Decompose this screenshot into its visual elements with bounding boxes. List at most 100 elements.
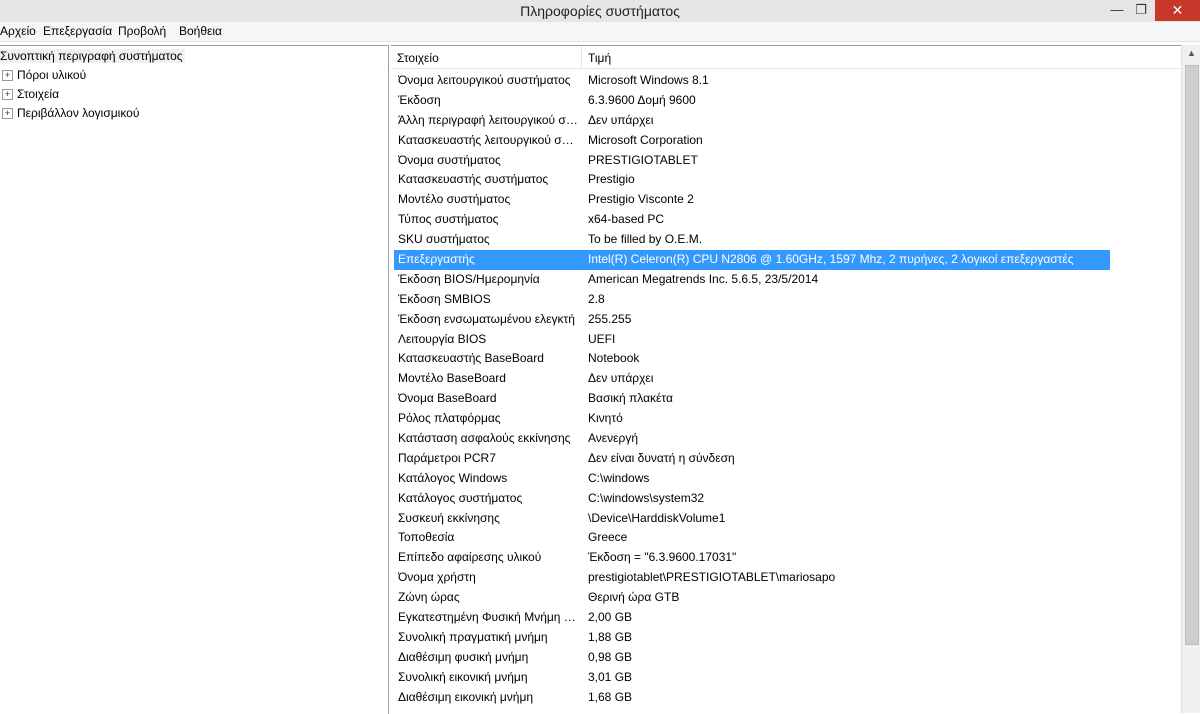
cell-value: Έκδοση = "6.3.9600.17031": [588, 550, 737, 565]
table-row[interactable]: Διαθέσιμη φυσική μνήμη 0,98 GB: [391, 648, 1181, 668]
cell-item: Κατάλογος συστήματος: [398, 490, 523, 505]
cell-item: Παράμετροι PCR7: [398, 450, 496, 465]
table-row[interactable]: Ζώνη ώρας Θερινή ώρα GTB: [391, 588, 1181, 608]
cell-value: C:\windows: [588, 470, 650, 485]
cell-value: Κινητό: [588, 411, 623, 426]
table-row[interactable]: SKU συστήματος To be filled by O.E.M.: [391, 230, 1181, 250]
cell-item: Μοντέλο συστήματος: [398, 192, 511, 207]
table-row[interactable]: Κατασκευαστής BaseBoard Notebook: [391, 349, 1181, 369]
menu-edit[interactable]: Επεξεργασία: [43, 24, 112, 38]
cell-value: 255.255: [588, 311, 632, 326]
column-header-item[interactable]: Στοιχείο: [397, 51, 439, 65]
cell-item: Κατασκευαστής BaseBoard: [398, 351, 544, 366]
cell-item: Έκδοση BIOS/Ημερομηνία: [398, 271, 540, 286]
cell-item: Κατάλογος Windows: [398, 470, 508, 485]
cell-item: Τύπος συστήματος: [398, 212, 499, 227]
cell-value: Prestigio: [588, 172, 635, 187]
cell-item: Επεξεργαστής: [398, 252, 475, 267]
cell-value: 2,00 GB: [588, 610, 633, 625]
expand-icon[interactable]: +: [2, 89, 13, 100]
window-title: Πληροφορίες συστήματος: [520, 3, 680, 19]
cell-item: Όνομα BaseBoard: [398, 391, 497, 406]
close-icon[interactable]: ✕: [1155, 0, 1200, 21]
tree-item-system-summary[interactable]: Συνοπτική περιγραφή συστήματος: [0, 49, 185, 63]
table-row[interactable]: Επεξεργαστής Intel(R) Celeron(R) CPU N280…: [391, 250, 1181, 270]
cell-value: 0,98 GB: [588, 649, 633, 664]
column-header-value[interactable]: Τιμή: [588, 51, 611, 65]
cell-value: Ανενεργή: [588, 431, 638, 446]
cell-item: Εγκατεστημένη Φυσική Μνήμη (RAM): [398, 610, 578, 625]
table-row[interactable]: Όνομα BaseBoard Βασική πλακέτα: [391, 389, 1181, 409]
table-row[interactable]: Εγκατεστημένη Φυσική Μνήμη (RAM) 2,00 GB: [391, 608, 1181, 628]
table-row[interactable]: Συνολική πραγματική μνήμη 1,88 GB: [391, 628, 1181, 648]
table-row[interactable]: Διαθέσιμη εικονική μνήμη 1,68 GB: [391, 688, 1181, 708]
table-row[interactable]: Όνομα λειτουργικού συστήματος Microsoft W…: [391, 71, 1181, 91]
menu-file[interactable]: Αρχείο: [0, 24, 36, 38]
table-row[interactable]: Τοποθεσία Greece: [391, 528, 1181, 548]
cell-value: C:\windows\system32: [588, 490, 705, 505]
table-row[interactable]: Παράμετροι PCR7 Δεν είναι δυνατή η σύνδεσ…: [391, 449, 1181, 469]
table-row[interactable]: Έκδοση SMBIOS 2.8: [391, 290, 1181, 310]
table-row[interactable]: Κατασκευαστής λειτουργικού συστήματος Mic…: [391, 131, 1181, 151]
cell-item: Διαθέσιμη εικονική μνήμη: [398, 689, 534, 704]
tree-item-label: Περιβάλλον λογισμικού: [17, 106, 140, 120]
cell-value: 3,01 GB: [588, 669, 633, 684]
table-row[interactable]: Μοντέλο συστήματος Prestigio Visconte 2: [391, 190, 1181, 210]
table-row[interactable]: Όνομα συστήματος PRESTIGIOTABLET: [391, 151, 1181, 171]
menu-help[interactable]: Βοήθεια: [179, 24, 222, 38]
tree-item-software-environment[interactable]: + Περιβάλλον λογισμικού: [2, 106, 139, 120]
cell-item: Ζώνη ώρας: [398, 590, 460, 605]
vertical-scrollbar[interactable]: ▲: [1181, 45, 1200, 713]
cell-value: 2.8: [588, 291, 605, 306]
cell-item: Συνολική πραγματική μνήμη: [398, 629, 548, 644]
expand-icon[interactable]: +: [2, 70, 13, 81]
table-row[interactable]: Κατάλογος συστήματος C:\windows\system32: [391, 489, 1181, 509]
tree-item-components[interactable]: + Στοιχεία: [2, 87, 59, 101]
menu-view[interactable]: Προβολή: [118, 24, 166, 38]
tree-item-label: Στοιχεία: [17, 87, 60, 101]
table-row[interactable]: Έκδοση BIOS/Ημερομηνία American Megatrend…: [391, 270, 1181, 290]
table-row[interactable]: Κατασκευαστής συστήματος Prestigio: [391, 170, 1181, 190]
table-row[interactable]: Συνολική εικονική μνήμη 3,01 GB: [391, 668, 1181, 688]
cell-item: Διαθέσιμη φυσική μνήμη: [398, 649, 529, 664]
column-divider[interactable]: [581, 46, 582, 68]
tree-item-hardware-resources[interactable]: + Πόροι υλικού: [2, 68, 86, 82]
cell-item: Άλλη περιγραφή λειτουργικού συστήματος: [398, 112, 578, 127]
minimize-icon[interactable]: —: [1104, 0, 1130, 21]
table-row[interactable]: Λειτουργία BIOS UEFI: [391, 330, 1181, 350]
table-row[interactable]: Τύπος συστήματος x64-based PC: [391, 210, 1181, 230]
cell-item: Συσκευή εκκίνησης: [398, 510, 500, 525]
cell-item: Κατάσταση ασφαλούς εκκίνησης: [398, 431, 571, 446]
cell-value: Δεν υπάρχει: [588, 112, 654, 127]
table-row[interactable]: Έκδοση ενσωματωμένου ελεγκτή 255.255: [391, 310, 1181, 330]
tree-item-label: Πόροι υλικού: [17, 68, 87, 82]
cell-value: Microsoft Corporation: [588, 132, 703, 147]
cell-item: Όνομα λειτουργικού συστήματος: [398, 73, 571, 87]
table-row[interactable]: Έκδοση 6.3.9600 Δομή 9600: [391, 91, 1181, 111]
cell-value: American Megatrends Inc. 5.6.5, 23/5/201…: [588, 271, 819, 286]
scroll-up-icon[interactable]: ▲: [1182, 45, 1200, 62]
list-rows: Όνομα λειτουργικού συστήματος Microsoft W…: [391, 71, 1181, 708]
table-row[interactable]: Μοντέλο BaseBoard Δεν υπάρχει: [391, 369, 1181, 389]
table-row[interactable]: Συσκευή εκκίνησης \Device\HarddiskVolume1: [391, 509, 1181, 529]
details-list: Στοιχείο Τιμή Όνομα λειτουργικού συστήμα…: [391, 45, 1181, 714]
cell-item: Όνομα συστήματος: [398, 152, 501, 167]
table-row[interactable]: Επίπεδο αφαίρεσης υλικού Έκδοση = "6.3.96…: [391, 548, 1181, 568]
table-row[interactable]: Κατάλογος Windows C:\windows: [391, 469, 1181, 489]
table-row[interactable]: Ρόλος πλατφόρμας Κινητό: [391, 409, 1181, 429]
cell-value: \Device\HarddiskVolume1: [588, 510, 726, 525]
table-row[interactable]: Όνομα χρήστη prestigiotablet\PRESTIGIOTAB…: [391, 568, 1181, 588]
scrollbar-thumb[interactable]: [1185, 65, 1199, 645]
cell-value: Δεν είναι δυνατή η σύνδεση: [588, 450, 735, 465]
cell-value: Θερινή ώρα GTB: [588, 590, 680, 605]
cell-value: 1,68 GB: [588, 689, 633, 704]
table-row[interactable]: Άλλη περιγραφή λειτουργικού συστήματος Δε…: [391, 111, 1181, 131]
cell-item: Ρόλος πλατφόρμας: [398, 411, 501, 426]
cell-item: Όνομα χρήστη: [398, 570, 476, 585]
cell-value: To be filled by O.E.M.: [588, 232, 703, 247]
cell-value: Greece: [588, 530, 628, 545]
expand-icon[interactable]: +: [2, 108, 13, 119]
cell-value: Βασική πλακέτα: [588, 391, 673, 406]
table-row[interactable]: Κατάσταση ασφαλούς εκκίνησης Ανενεργή: [391, 429, 1181, 449]
restore-icon[interactable]: ❐: [1128, 0, 1154, 21]
